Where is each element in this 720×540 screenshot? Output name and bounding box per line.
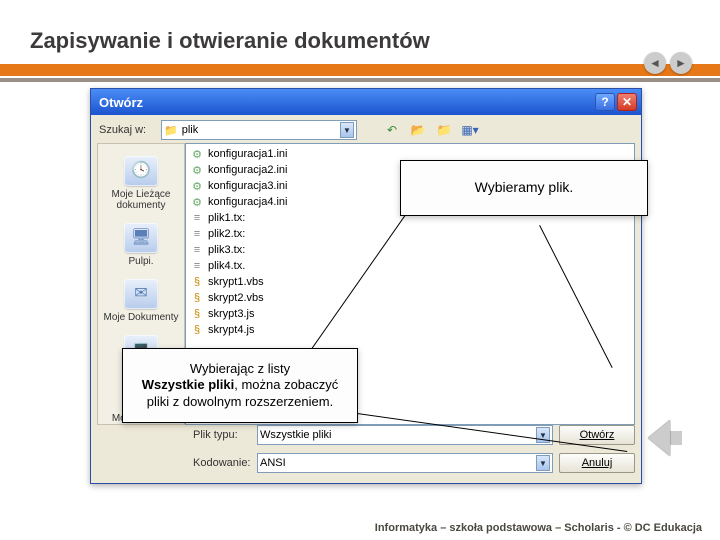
file-icon: § — [190, 291, 204, 305]
file-item[interactable]: § skrypt3.js — [188, 306, 632, 322]
slide-footer: Informatyka – szkoła podstawowa – Schola… — [375, 522, 702, 534]
file-icon: § — [190, 275, 204, 289]
close-button[interactable]: ✕ — [617, 93, 637, 111]
file-icon: § — [190, 307, 204, 321]
file-name: skrypt4.js — [208, 324, 254, 336]
file-name: plik3.tx: — [208, 244, 245, 256]
place-icon: ✉ — [124, 279, 158, 309]
place-label: Moje Lieżące dokumenty — [98, 189, 184, 211]
lookin-combo[interactable]: 📁 plik ▼ — [161, 120, 357, 140]
file-item[interactable]: § skrypt4.js — [188, 322, 632, 338]
file-icon: ⚙ — [190, 163, 204, 177]
up-folder-icon[interactable]: 📂 — [409, 121, 427, 139]
dialog-title: Otwórz — [95, 95, 593, 110]
encoding-label: Kodowanie: — [191, 457, 251, 469]
file-name: konfiguracja2.ini — [208, 164, 288, 176]
callout-select-file: Wybieramy plik. — [400, 160, 648, 216]
file-name: plik2.tx: — [208, 228, 245, 240]
divider — [0, 78, 720, 82]
file-name: plik4.tx. — [208, 260, 245, 272]
folder-icon: 📁 — [164, 124, 178, 137]
places-item[interactable]: 🖥 Pulpi. — [124, 223, 158, 267]
filetype-value: Wszystkie pliki — [260, 429, 332, 441]
open-dialog: Otwórz ? ✕ Szukaj w: 📁 plik ▼ ↶ 📂 📁 ▦▾ 🕓… — [90, 88, 642, 484]
place-label: Moje Dokumenty — [103, 312, 178, 323]
place-icon: 🖥 — [124, 223, 158, 253]
file-name: plik1.tx: — [208, 212, 245, 224]
file-icon: ⚙ — [190, 195, 204, 209]
chevron-down-icon[interactable]: ▼ — [340, 122, 354, 138]
back-icon[interactable]: ↶ — [383, 121, 401, 139]
views-icon[interactable]: ▦▾ — [461, 121, 479, 139]
file-name: skrypt1.vbs — [208, 276, 264, 288]
file-name: konfiguracja3.ini — [208, 180, 288, 192]
lookin-label: Szukaj w: — [99, 124, 155, 136]
place-icon: 🕓 — [124, 156, 158, 186]
callout-text-bold: Wszystkie pliki — [142, 377, 234, 392]
callout-text: Wybierając z listy — [190, 361, 290, 376]
file-icon: ⚙ — [190, 179, 204, 193]
places-item[interactable]: 🕓 Moje Lieżące dokumenty — [98, 156, 184, 211]
nav-arrows: ◄ ► — [644, 52, 692, 74]
file-name: konfiguracja4.ini — [208, 196, 288, 208]
cancel-button[interactable]: Anuluj — [559, 453, 635, 473]
chevron-down-icon[interactable]: ▼ — [536, 455, 550, 471]
callout-all-files: Wybierając z listy Wszystkie pliki, możn… — [122, 348, 358, 423]
new-folder-icon[interactable]: 📁 — [435, 121, 453, 139]
file-item[interactable]: ≡ plik3.tx: — [188, 242, 632, 258]
accent-bar — [0, 64, 720, 76]
titlebar: Otwórz ? ✕ — [91, 89, 641, 115]
file-name: konfiguracja1.ini — [208, 148, 288, 160]
file-item[interactable]: § skrypt2.vbs — [188, 290, 632, 306]
slide-title: Zapisywanie i otwieranie dokumentów — [0, 0, 720, 64]
file-name: skrypt2.vbs — [208, 292, 264, 304]
file-icon: § — [190, 323, 204, 337]
filetype-label: Plik typu: — [191, 429, 251, 441]
place-label: Pulpi. — [128, 256, 153, 267]
help-button[interactable]: ? — [595, 93, 615, 111]
file-item[interactable]: ≡ plik4.tx. — [188, 258, 632, 274]
file-icon: ≡ — [190, 227, 204, 241]
places-item[interactable]: ✉ Moje Dokumenty — [103, 279, 178, 323]
file-icon: ≡ — [190, 259, 204, 273]
file-name: skrypt3.js — [208, 308, 254, 320]
prev-slide-icon[interactable]: ◄ — [644, 52, 666, 74]
file-item[interactable]: ≡ plik2.tx: — [188, 226, 632, 242]
file-icon: ⚙ — [190, 147, 204, 161]
next-slide-icon[interactable]: ► — [670, 52, 692, 74]
file-icon: ≡ — [190, 243, 204, 257]
encoding-combo[interactable]: ANSI ▼ — [257, 453, 553, 473]
encoding-value: ANSI — [260, 457, 286, 469]
file-icon: ≡ — [190, 211, 204, 225]
attention-arrow-icon — [648, 420, 682, 456]
lookin-value: plik — [182, 124, 199, 136]
